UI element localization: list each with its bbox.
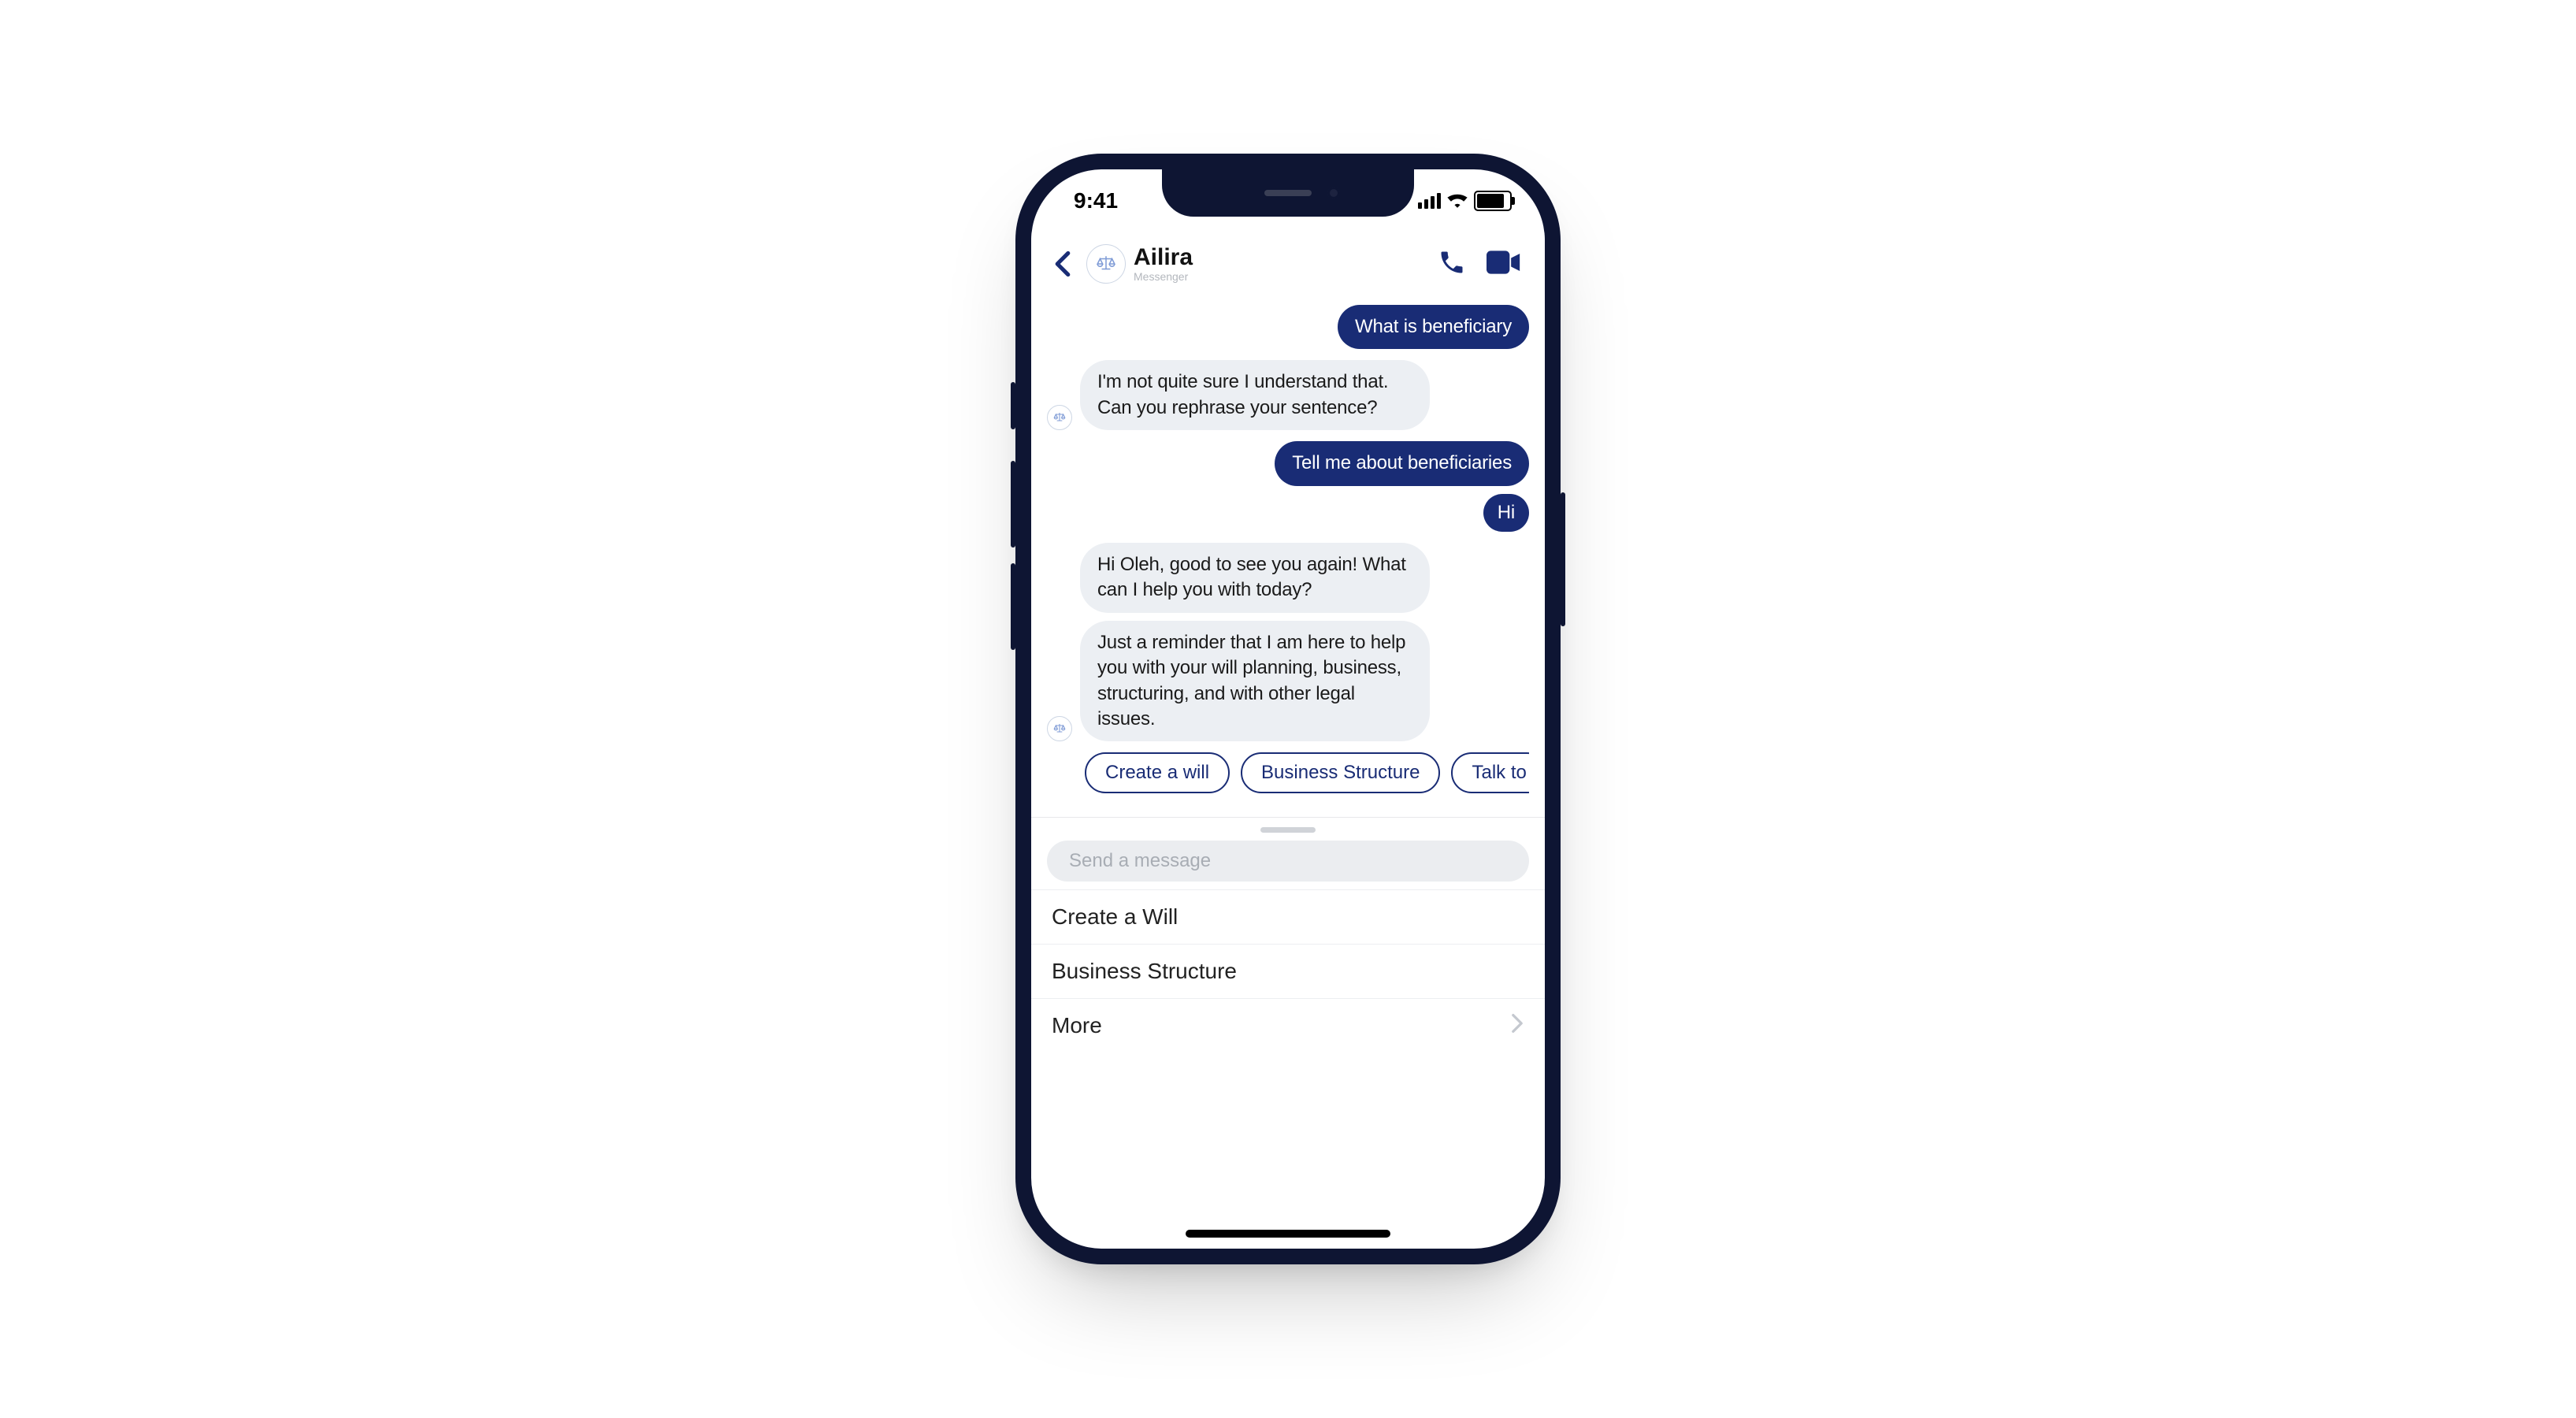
- chat-header: Ailira Messenger: [1031, 232, 1545, 295]
- side-button: [1011, 382, 1015, 429]
- side-button: [1011, 563, 1015, 650]
- menu: Create a Will Business Structure More: [1031, 889, 1545, 1052]
- video-icon: [1487, 251, 1521, 274]
- quick-replies[interactable]: Create a will Business Structure Talk to: [1047, 752, 1529, 793]
- quick-reply-talk-to[interactable]: Talk to: [1451, 752, 1529, 793]
- back-button[interactable]: [1047, 248, 1078, 280]
- chat-body: What is beneficiary I'm not quite sure I…: [1031, 295, 1545, 1249]
- menu-item-label: More: [1052, 1013, 1102, 1038]
- menu-item-label: Create a Will: [1052, 904, 1178, 930]
- status-time: 9:41: [1074, 188, 1118, 213]
- scales-icon: [1096, 254, 1116, 274]
- chat-subtitle: Messenger: [1134, 271, 1193, 282]
- menu-item-label: Business Structure: [1052, 959, 1237, 984]
- avatar[interactable]: [1086, 244, 1126, 284]
- side-button: [1011, 461, 1015, 548]
- message-outgoing[interactable]: What is beneficiary: [1338, 305, 1529, 349]
- side-button: [1561, 492, 1565, 626]
- chat-title: Ailira: [1134, 246, 1193, 269]
- message-incoming[interactable]: Hi Oleh, good to see you again! What can…: [1080, 543, 1430, 613]
- composer[interactable]: [1047, 841, 1529, 882]
- quick-reply-business-structure[interactable]: Business Structure: [1241, 752, 1440, 793]
- quick-reply-create-will[interactable]: Create a will: [1085, 752, 1230, 793]
- divider: [1031, 817, 1545, 818]
- message-incoming[interactable]: I'm not quite sure I understand that. Ca…: [1080, 360, 1430, 430]
- message-incoming[interactable]: Just a reminder that I am here to help y…: [1080, 621, 1430, 742]
- notch: [1162, 169, 1414, 217]
- battery-icon: [1474, 191, 1512, 211]
- home-indicator: [1186, 1230, 1390, 1238]
- message-input[interactable]: [1067, 849, 1509, 873]
- message-outgoing[interactable]: Hi: [1483, 494, 1529, 532]
- menu-item-business-structure[interactable]: Business Structure: [1031, 945, 1545, 999]
- bot-avatar: [1047, 405, 1072, 430]
- drag-handle[interactable]: [1260, 827, 1316, 833]
- cellular-icon: [1418, 193, 1441, 209]
- chevron-left-icon: [1053, 251, 1072, 277]
- menu-item-create-will[interactable]: Create a Will: [1031, 890, 1545, 945]
- call-button[interactable]: [1438, 248, 1466, 280]
- chevron-right-icon: [1510, 1013, 1524, 1039]
- phone-frame: 9:41: [1015, 154, 1561, 1264]
- bot-avatar: [1047, 716, 1072, 741]
- screen: 9:41: [1031, 169, 1545, 1249]
- video-call-button[interactable]: [1487, 251, 1521, 278]
- phone-icon: [1438, 248, 1466, 277]
- messages[interactable]: What is beneficiary I'm not quite sure I…: [1031, 295, 1545, 793]
- menu-item-more[interactable]: More: [1031, 999, 1545, 1052]
- wifi-icon: [1447, 188, 1468, 213]
- message-outgoing[interactable]: Tell me about beneficiaries: [1275, 441, 1529, 485]
